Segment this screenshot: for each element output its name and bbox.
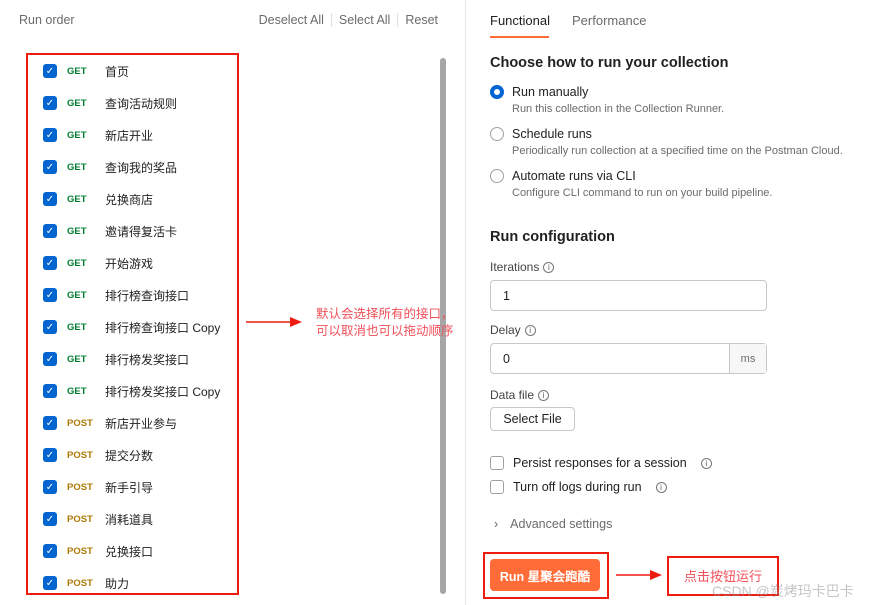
data-file-label-text: Data file bbox=[490, 388, 535, 402]
run-config-title: Run configuration bbox=[490, 229, 615, 245]
info-icon[interactable]: i bbox=[543, 261, 555, 273]
advanced-settings-toggle[interactable]: › Advanced settings bbox=[494, 517, 612, 531]
note-line-1: 默认会选择所有的接口， bbox=[316, 307, 454, 321]
run-option[interactable]: Run manually Run this collection in the C… bbox=[490, 85, 724, 115]
active-tab-underline bbox=[490, 36, 549, 38]
delay-unit: ms bbox=[729, 344, 766, 373]
annotation-note-left: 默认会选择所有的接口， 可以取消也可以拖动顺序 bbox=[316, 306, 454, 340]
data-file-label: Data file i bbox=[490, 388, 550, 402]
persist-option[interactable]: Persist responses for a session i bbox=[490, 456, 712, 470]
info-icon[interactable]: i bbox=[700, 457, 712, 469]
run-option[interactable]: Automate runs via CLI Configure CLI comma… bbox=[490, 169, 772, 199]
annotation-box-run bbox=[483, 552, 609, 599]
info-icon[interactable]: i bbox=[538, 389, 550, 401]
annotation-arrow-right bbox=[616, 570, 662, 580]
radio-button[interactable] bbox=[490, 85, 504, 99]
advanced-settings-label: Advanced settings bbox=[510, 517, 613, 531]
run-option[interactable]: Schedule runs Periodically run collection… bbox=[490, 127, 843, 157]
turn-off-logs-checkbox[interactable] bbox=[490, 480, 504, 494]
delay-input[interactable]: 0 bbox=[490, 343, 767, 374]
note-line-2: 可以取消也可以拖动顺序 bbox=[316, 324, 454, 338]
iterations-label: Iterations i bbox=[490, 260, 555, 274]
radio-button[interactable] bbox=[490, 127, 504, 141]
select-all-link[interactable]: Select All bbox=[330, 13, 397, 27]
annotation-arrow-left bbox=[246, 317, 302, 327]
chevron-right-icon: › bbox=[494, 517, 499, 531]
selection-links: Deselect All Select All Reset bbox=[252, 13, 445, 27]
run-option-label: Schedule runs bbox=[512, 127, 592, 141]
radio-button[interactable] bbox=[490, 169, 504, 183]
run-order-title: Run order bbox=[19, 13, 75, 27]
delay-label-text: Delay bbox=[490, 323, 521, 337]
run-option-label: Automate runs via CLI bbox=[512, 169, 636, 183]
run-order-panel: Run order Deselect All Select All Reset … bbox=[0, 0, 466, 605]
reset-link[interactable]: Reset bbox=[397, 13, 445, 27]
turn-off-logs-label: Turn off logs during run bbox=[513, 480, 642, 494]
run-option-desc: Run this collection in the Collection Ru… bbox=[512, 103, 725, 115]
tab-functional[interactable]: Functional bbox=[490, 13, 550, 28]
tab-performance[interactable]: Performance bbox=[572, 13, 646, 28]
watermark: CSDN @炭烤玛卡巴卡 bbox=[712, 583, 854, 599]
run-option-desc: Configure CLI command to run on your bui… bbox=[512, 187, 773, 199]
turn-off-logs-option[interactable]: Turn off logs during run i bbox=[490, 480, 667, 494]
iterations-label-text: Iterations bbox=[490, 260, 540, 274]
deselect-all-link[interactable]: Deselect All bbox=[252, 13, 331, 27]
iterations-input[interactable]: 1 bbox=[490, 280, 767, 311]
delay-label: Delay i bbox=[490, 323, 536, 337]
persist-checkbox[interactable] bbox=[490, 456, 504, 470]
info-icon[interactable]: i bbox=[655, 481, 667, 493]
persist-label: Persist responses for a session bbox=[513, 456, 687, 470]
select-file-button[interactable]: Select File bbox=[490, 407, 575, 431]
info-icon[interactable]: i bbox=[524, 324, 536, 336]
run-option-desc: Periodically run collection at a specifi… bbox=[512, 145, 843, 157]
choose-title: Choose how to run your collection bbox=[490, 55, 729, 71]
annotation-box-list bbox=[26, 53, 239, 595]
run-option-label: Run manually bbox=[512, 85, 589, 99]
